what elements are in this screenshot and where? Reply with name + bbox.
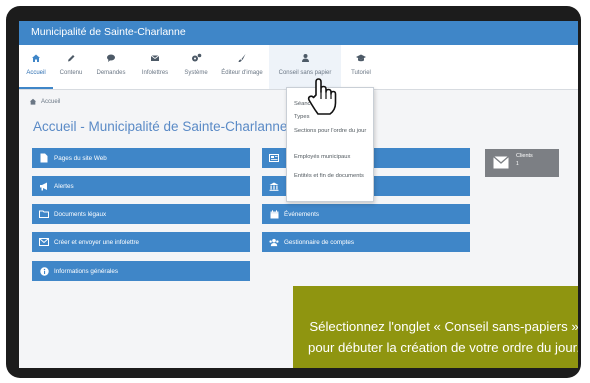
menu-item-entites-fin-documents[interactable]: Entités et fin de documents (294, 172, 368, 180)
menu-item-employes-municipaux[interactable]: Employés municipaux (294, 153, 368, 161)
gears-icon (177, 53, 215, 65)
envelope-icon (493, 156, 509, 169)
tab-label: Tutoriel (351, 70, 371, 76)
instruction-callout: Sélectionnez l'onglet « Conseil sans-pap… (293, 286, 578, 368)
app-title: Municipalité de Sainte-Charlanne (31, 26, 186, 38)
hand-pointer-icon (307, 78, 337, 115)
shortcut-label: Pages du site Web (54, 154, 107, 162)
tab-label: Accueil (26, 70, 46, 76)
tab-demandes[interactable]: Demandes (89, 45, 133, 89)
app-window: Municipalité de Sainte-Charlanne Accueil… (19, 21, 578, 368)
newspaper-icon (269, 153, 279, 163)
shortcut-informations-generales[interactable]: Informations générales (32, 261, 250, 281)
tab-label: Contenu (59, 70, 83, 76)
envelope-icon (39, 237, 49, 247)
tab-accueil[interactable]: Accueil (19, 45, 53, 89)
stat-label: Clients (516, 153, 533, 159)
stat-value: 1 (516, 161, 519, 167)
tab-label: Infolettres (141, 70, 169, 76)
breadcrumb[interactable]: Accueil (29, 98, 60, 105)
tab-systeme[interactable]: Système (177, 45, 215, 89)
shortcut-label: Alertes (54, 182, 74, 190)
shortcut-label: Événements (284, 210, 320, 218)
graduation-cap-icon (341, 53, 381, 65)
pencil-icon (53, 53, 89, 65)
shortcut-label: Informations générales (54, 267, 119, 275)
folder-icon (39, 209, 49, 219)
comment-icon (89, 53, 133, 65)
tab-label: Éditeur d'image (221, 70, 263, 76)
tab-contenu[interactable]: Contenu (53, 45, 89, 89)
brush-icon (215, 53, 269, 65)
calendar-icon (269, 209, 279, 219)
group-icon (269, 53, 341, 65)
tab-editeur-image[interactable]: Éditeur d'image (215, 45, 269, 89)
tab-label: Système (184, 70, 208, 76)
shortcut-label: Documents légaux (54, 210, 107, 218)
bullhorn-icon (39, 181, 49, 191)
bank-icon (269, 181, 279, 191)
shortcut-creer-infolettre[interactable]: Créer et envoyer une infolettre (32, 232, 250, 252)
page-title: Accueil - Municipalité de Sainte-Charlan… (33, 119, 288, 134)
home-icon (19, 53, 53, 65)
shortcut-pages-site-web[interactable]: Pages du site Web (32, 148, 250, 168)
shortcut-evenements[interactable]: Événements (262, 204, 470, 224)
main-nav: Accueil Contenu Demandes Infolettres Sys… (19, 45, 578, 90)
shortcut-alertes[interactable]: Alertes (32, 176, 250, 196)
tab-label: Conseil sans papier (278, 70, 332, 76)
shortcut-label: Gestionnaire de comptes (284, 238, 355, 246)
envelope-icon (133, 53, 177, 65)
info-icon (39, 266, 49, 276)
app-header: Municipalité de Sainte-Charlanne (19, 21, 578, 45)
file-icon (39, 153, 49, 163)
shortcut-gestionnaire-comptes[interactable]: Gestionnaire de comptes (262, 232, 470, 252)
home-icon (29, 98, 37, 105)
shortcut-documents-legaux[interactable]: Documents légaux (32, 204, 250, 224)
tab-label: Demandes (96, 70, 126, 76)
tab-tutoriel[interactable]: Tutoriel (341, 45, 381, 89)
users-icon (269, 237, 279, 247)
stat-tile-clients[interactable]: Clients 1 (485, 149, 559, 177)
tab-infolettres[interactable]: Infolettres (133, 45, 177, 89)
breadcrumb-label: Accueil (41, 99, 61, 105)
menu-item-sections-ordre-du-jour[interactable]: Sections pour l'ordre du jour (294, 127, 368, 135)
shortcut-label: Créer et envoyer une infolettre (54, 238, 140, 246)
